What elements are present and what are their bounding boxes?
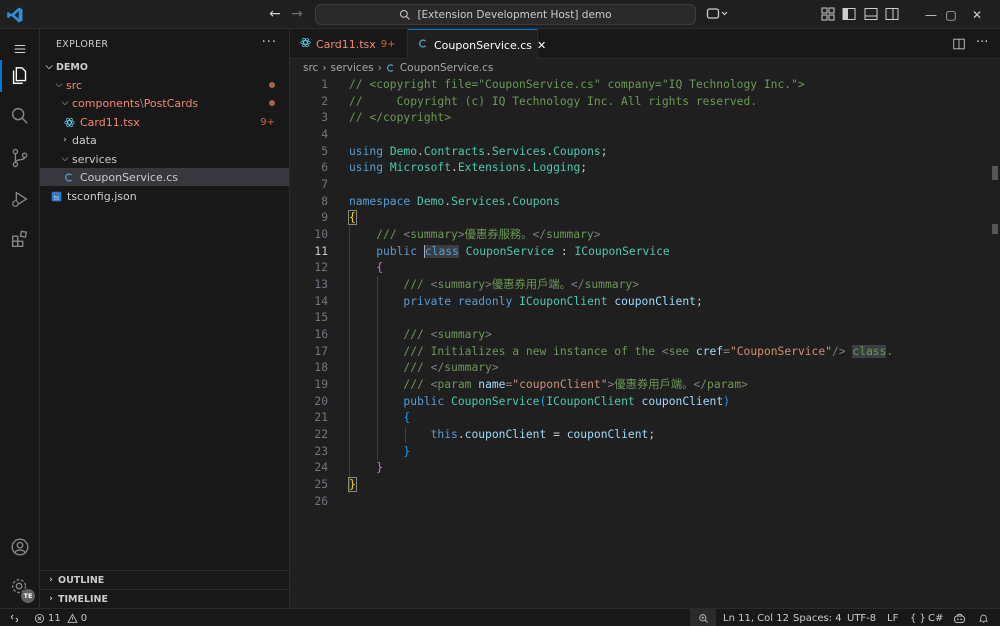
explorer-sidebar: EXPLORER ··· ⌵ DEMO ⌵ src ⌵ components \ P… [40,29,290,608]
tab-card11[interactable]: Card11.tsx 9+ [290,29,408,59]
profile-badge: TE [21,589,35,603]
command-center-search[interactable]: [Extension Development Host] demo [315,4,696,25]
breadcrumb: src › services › CouponService.cs [290,59,1000,76]
more-actions-icon[interactable]: ··· [976,35,988,50]
tree-item-tsconfig[interactable]: ts tsconfig.json [40,187,289,205]
copilot-icon[interactable] [953,609,966,626]
chevron-down-icon: ⌵ [55,80,63,90]
problems-status[interactable]: 11 0 [34,609,87,626]
tree-item-src[interactable]: ⌵ src [40,76,289,94]
editor-tabs: Card11.tsx 9+ CouponService.cs ✕ ··· [290,29,1000,60]
chevron-right-icon: › [322,61,327,74]
outline-section[interactable]: › OUTLINE [40,570,289,589]
activity-bar: TE [0,29,40,608]
chevron-right-icon: › [377,61,382,74]
close-icon[interactable]: ✕ [954,0,1000,29]
command-center-text: [Extension Development Host] demo [417,8,612,21]
toggle-panel-icon[interactable] [863,6,879,22]
toggle-primary-sidebar-icon[interactable] [841,6,857,22]
problems-badge: 9+ [260,116,275,128]
tree-item-services[interactable]: ⌵ services [40,150,289,168]
search-icon [400,9,411,20]
code-editor[interactable]: 1// <copyright file="CouponService.cs" c… [290,76,1000,608]
tree-item-data[interactable]: › data [40,131,289,149]
copilot-chat-icon[interactable] [706,6,728,22]
scrollbar-marker[interactable] [992,224,998,234]
breadcrumb-services[interactable]: services [331,62,374,74]
vscode-logo-icon [7,7,23,23]
chevron-down-icon: ⌵ [61,154,69,164]
chevron-down-icon: ⌵ [45,62,53,72]
encoding[interactable]: UTF-8 [847,609,876,626]
tree-item-card11[interactable]: Card11.tsx 9+ [40,113,289,131]
tree-item-components-postcards[interactable]: ⌵ components \ PostCards [40,94,289,112]
explorer-icon[interactable] [0,56,40,96]
notifications-bell-icon[interactable] [978,609,989,626]
warning-icon [67,613,78,623]
chevron-down-icon: ⌵ [61,98,69,108]
run-debug-icon[interactable] [0,179,40,219]
csharp-file-icon [63,171,75,183]
explorer-title: EXPLORER [56,38,109,50]
scrollbar-marker[interactable] [992,166,998,180]
search-icon[interactable] [0,96,40,136]
accounts-icon[interactable] [0,527,40,567]
chevron-right-icon: › [49,594,53,604]
back-arrow-icon[interactable]: ← [266,5,284,23]
status-bar: 11 0 Ln 11, Col 12 Spaces: 4 UTF-8 LF { … [0,608,1000,626]
breadcrumb-src[interactable]: src [303,62,318,74]
csharp-file-icon [418,38,429,52]
split-editor-icon[interactable] [952,37,966,51]
forward-arrow-icon[interactable]: → [288,5,306,23]
zoom-icon[interactable] [690,609,716,626]
language-status-braces[interactable]: { } [910,609,926,626]
toggle-secondary-sidebar-icon[interactable] [884,6,900,22]
tree-item-couponservice[interactable]: CouponService.cs [40,168,289,186]
close-tab-icon[interactable]: ✕ [537,39,546,52]
source-control-icon[interactable] [0,138,40,178]
title-bar: ← → [Extension Development Host] demo — … [0,0,1000,29]
breadcrumb-file[interactable]: CouponService.cs [400,62,494,74]
tree-root-demo[interactable]: ⌵ DEMO [40,58,289,76]
end-of-line[interactable]: LF [887,609,898,626]
typescript-config-icon: ts [50,190,62,202]
timeline-section[interactable]: › TIMELINE [40,589,289,608]
indentation[interactable]: Spaces: 4 [793,609,842,626]
more-actions-icon[interactable]: ··· [262,35,277,50]
cursor-position[interactable]: Ln 11, Col 12 [723,609,789,626]
manage-gear-icon[interactable]: TE [0,567,40,607]
modified-dot [269,100,275,106]
language-mode[interactable]: C# [928,609,943,626]
error-icon [34,613,45,623]
modified-dot [269,82,275,88]
svg-text:ts: ts [53,195,58,201]
remote-indicator-icon[interactable] [0,609,28,626]
chevron-right-icon: › [49,575,53,585]
tab-couponservice[interactable]: CouponService.cs ✕ [408,29,546,60]
chevron-right-icon: › [63,135,67,145]
customize-layout-icon[interactable] [820,6,836,22]
extensions-icon[interactable] [0,219,40,259]
csharp-file-icon [386,63,394,72]
react-file-icon [63,116,75,128]
react-file-icon [300,37,311,51]
